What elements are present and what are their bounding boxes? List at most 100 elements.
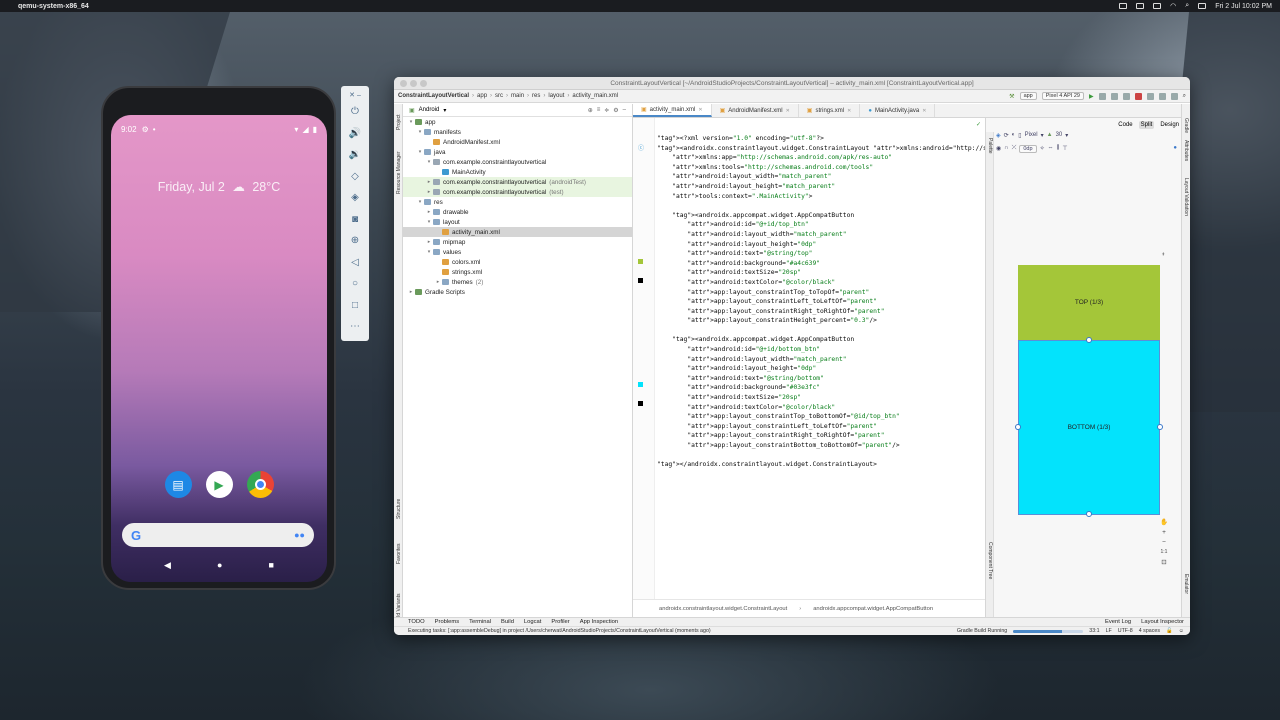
expand-arrow-icon[interactable]: ▸ — [425, 179, 433, 185]
pack-icon[interactable]: ⇔ — [1048, 145, 1054, 153]
hide-icon[interactable]: – — [623, 107, 626, 114]
design-mode-button[interactable]: Design — [1158, 121, 1181, 129]
design-surface-icon[interactable]: ◈ — [996, 132, 1001, 139]
tree-node[interactable]: ▾ layout — [403, 217, 632, 227]
build-tool-button[interactable]: Build — [501, 619, 514, 625]
close-icon[interactable]: ✕ – — [345, 89, 365, 101]
close-icon[interactable]: ✕ — [698, 107, 702, 113]
code-breadcrumb-child[interactable]: androidx.appcompat.widget.AppCompatButto… — [813, 606, 933, 612]
layout-preview[interactable]: TOP (1/3) BOTTOM (1/3) — [1015, 265, 1163, 517]
active-app-name[interactable]: qemu-system-x86_64 — [18, 3, 89, 10]
project-view-select[interactable]: Android — [419, 107, 440, 113]
tab-strings[interactable]: ▣ strings.xml ✕ — [799, 104, 861, 117]
battery-icon[interactable] — [1153, 3, 1162, 9]
overview-icon[interactable]: □ — [345, 295, 365, 317]
expand-arrow-icon[interactable]: ▸ — [425, 239, 433, 245]
expand-arrow-icon[interactable]: ▾ — [416, 129, 424, 135]
sync-icon[interactable] — [1146, 92, 1154, 100]
tree-node[interactable]: ▸ drawable — [403, 207, 632, 217]
breadcrumb-src[interactable]: src — [495, 93, 503, 99]
google-search-bar[interactable]: G ●● — [122, 523, 314, 547]
device-frame-icon[interactable]: ▯ — [1018, 132, 1021, 139]
attributes-tool-tab[interactable]: Attributes — [1183, 140, 1189, 161]
play-store-app-icon[interactable]: ▶ — [205, 471, 233, 498]
volume-down-icon[interactable]: 🔉 — [345, 144, 365, 166]
constraint-handle-right[interactable] — [1157, 424, 1163, 430]
structure-tool-tab[interactable]: Structure — [396, 499, 402, 519]
zoom-reset-button[interactable]: 1:1 — [1161, 549, 1168, 555]
camera-icon[interactable]: ◙ — [345, 209, 365, 231]
event-log-tool-button[interactable]: Event Log — [1105, 619, 1131, 625]
tree-node[interactable]: ▾ com.example.constraintlayoutvertical — [403, 157, 632, 167]
expand-arrow-icon[interactable]: ▸ — [434, 279, 442, 285]
expand-arrow-icon[interactable]: ▸ — [425, 189, 433, 195]
back-icon[interactable]: ◀ — [164, 560, 171, 571]
eye-icon[interactable]: ◉ — [996, 145, 1001, 153]
zoom-out-icon[interactable]: − — [1162, 539, 1166, 546]
collapse-icon[interactable]: ≡ — [597, 107, 601, 114]
run-config-select[interactable]: app — [1019, 92, 1037, 100]
at-a-glance[interactable]: Friday, Jul 2 ☁ 28°C — [111, 179, 327, 194]
volume-up-icon[interactable]: 🔊 — [345, 123, 365, 145]
emulator-tool-tab[interactable]: Emulator — [1183, 574, 1189, 594]
close-icon[interactable]: ✕ — [922, 108, 926, 114]
status-message[interactable]: Executing tasks: [:app:assembleDebug] in… — [408, 628, 711, 634]
expand-arrow-icon[interactable]: ▸ — [407, 289, 415, 295]
gear-icon[interactable]: ⚙ — [613, 107, 618, 114]
breadcrumb-layout[interactable]: layout — [548, 93, 564, 99]
color-swatch-top[interactable] — [638, 259, 643, 264]
debug-icon[interactable] — [1098, 92, 1106, 100]
code-editor[interactable]: ⓒ "tag"><?xml version="1.0" encoding="ut… — [633, 118, 1048, 599]
constraint-handle-top[interactable] — [1086, 337, 1092, 343]
expand-arrow-icon[interactable]: ▾ — [416, 149, 424, 155]
tree-node[interactable]: colors.xml — [403, 257, 632, 267]
logcat-tool-button[interactable]: Logcat — [524, 619, 541, 625]
zoom-fit-icon[interactable]: ⊡ — [1161, 558, 1166, 566]
close-icon[interactable]: ✕ — [786, 108, 790, 114]
recents-icon[interactable]: ■ — [269, 560, 274, 570]
preview-bottom-button[interactable]: BOTTOM (1/3) — [1018, 340, 1160, 515]
gradle-status[interactable]: Gradle Build Running — [957, 628, 1007, 634]
expand-arrow-icon[interactable]: ▾ — [425, 159, 433, 165]
minimize-window-button[interactable] — [410, 80, 417, 87]
guidelines-icon[interactable]: ⊤ — [1062, 145, 1067, 153]
cursor-position[interactable]: 33:1 — [1089, 628, 1099, 634]
tree-node[interactable]: ▾ java — [403, 147, 632, 157]
run-icon[interactable]: ▶ — [1089, 93, 1094, 100]
rotate-left-icon[interactable]: ◇ — [345, 166, 365, 188]
tree-node[interactable]: ▸ com.example.constraintlayoutvertical (an… — [403, 177, 632, 187]
expand-arrow-icon[interactable]: ▾ — [416, 199, 424, 205]
smiley-icon[interactable]: ☺ — [1179, 628, 1184, 634]
close-icon[interactable]: ✕ — [847, 108, 851, 114]
breadcrumb-res[interactable]: res — [532, 93, 540, 99]
constraint-handle-bottom[interactable] — [1086, 511, 1092, 517]
layout-inspector-tool-button[interactable]: Layout Inspector — [1141, 619, 1184, 625]
breadcrumb-file[interactable]: activity_main.xml — [572, 93, 618, 99]
problems-tool-button[interactable]: Problems — [435, 619, 459, 625]
wifi-icon[interactable]: ◠ — [1170, 2, 1176, 10]
constraint-handle-left[interactable] — [1015, 424, 1021, 430]
tree-node[interactable]: ▸ Gradle Scripts — [403, 287, 632, 297]
gradle-tool-tab[interactable]: Gradle — [1183, 118, 1189, 133]
tree-node[interactable]: ▸ themes (2) — [403, 277, 632, 287]
resource-manager-tool-tab[interactable]: Resource Manager — [396, 151, 402, 194]
close-window-button[interactable] — [400, 80, 407, 87]
rotate-right-icon[interactable]: ◈ — [345, 187, 365, 209]
design-device-select[interactable]: Pixel — [1025, 132, 1038, 139]
phone-screen[interactable]: 9:02 ⚙ • ▾ ◢ ▮ Friday, Jul 2 ☁ 28°C ▤ ▶ … — [111, 115, 327, 582]
attach-debugger-icon[interactable] — [1122, 92, 1130, 100]
class-marker-icon[interactable]: ⓒ — [638, 143, 644, 152]
expand-arrow-icon[interactable]: ▾ — [425, 219, 433, 225]
expand-arrow-icon[interactable]: ▸ — [425, 209, 433, 215]
component-tree-tab[interactable]: Component Tree — [987, 542, 993, 579]
display-icon[interactable] — [1136, 3, 1145, 9]
todo-tool-button[interactable]: TODO — [408, 619, 425, 625]
magnet-icon[interactable]: ∩ — [1004, 145, 1008, 153]
pan-icon[interactable]: ✋ — [1160, 518, 1168, 526]
code-mode-button[interactable]: Code — [1116, 121, 1134, 129]
tree-node[interactable]: ▾ res — [403, 197, 632, 207]
messages-app-icon[interactable]: ▤ — [164, 471, 192, 498]
home-icon[interactable]: ○ — [345, 273, 365, 295]
tab-activity-main[interactable]: ▣ activity_main.xml ✕ — [633, 104, 712, 117]
clear-constraints-icon[interactable]: ⤫ — [1012, 145, 1017, 153]
